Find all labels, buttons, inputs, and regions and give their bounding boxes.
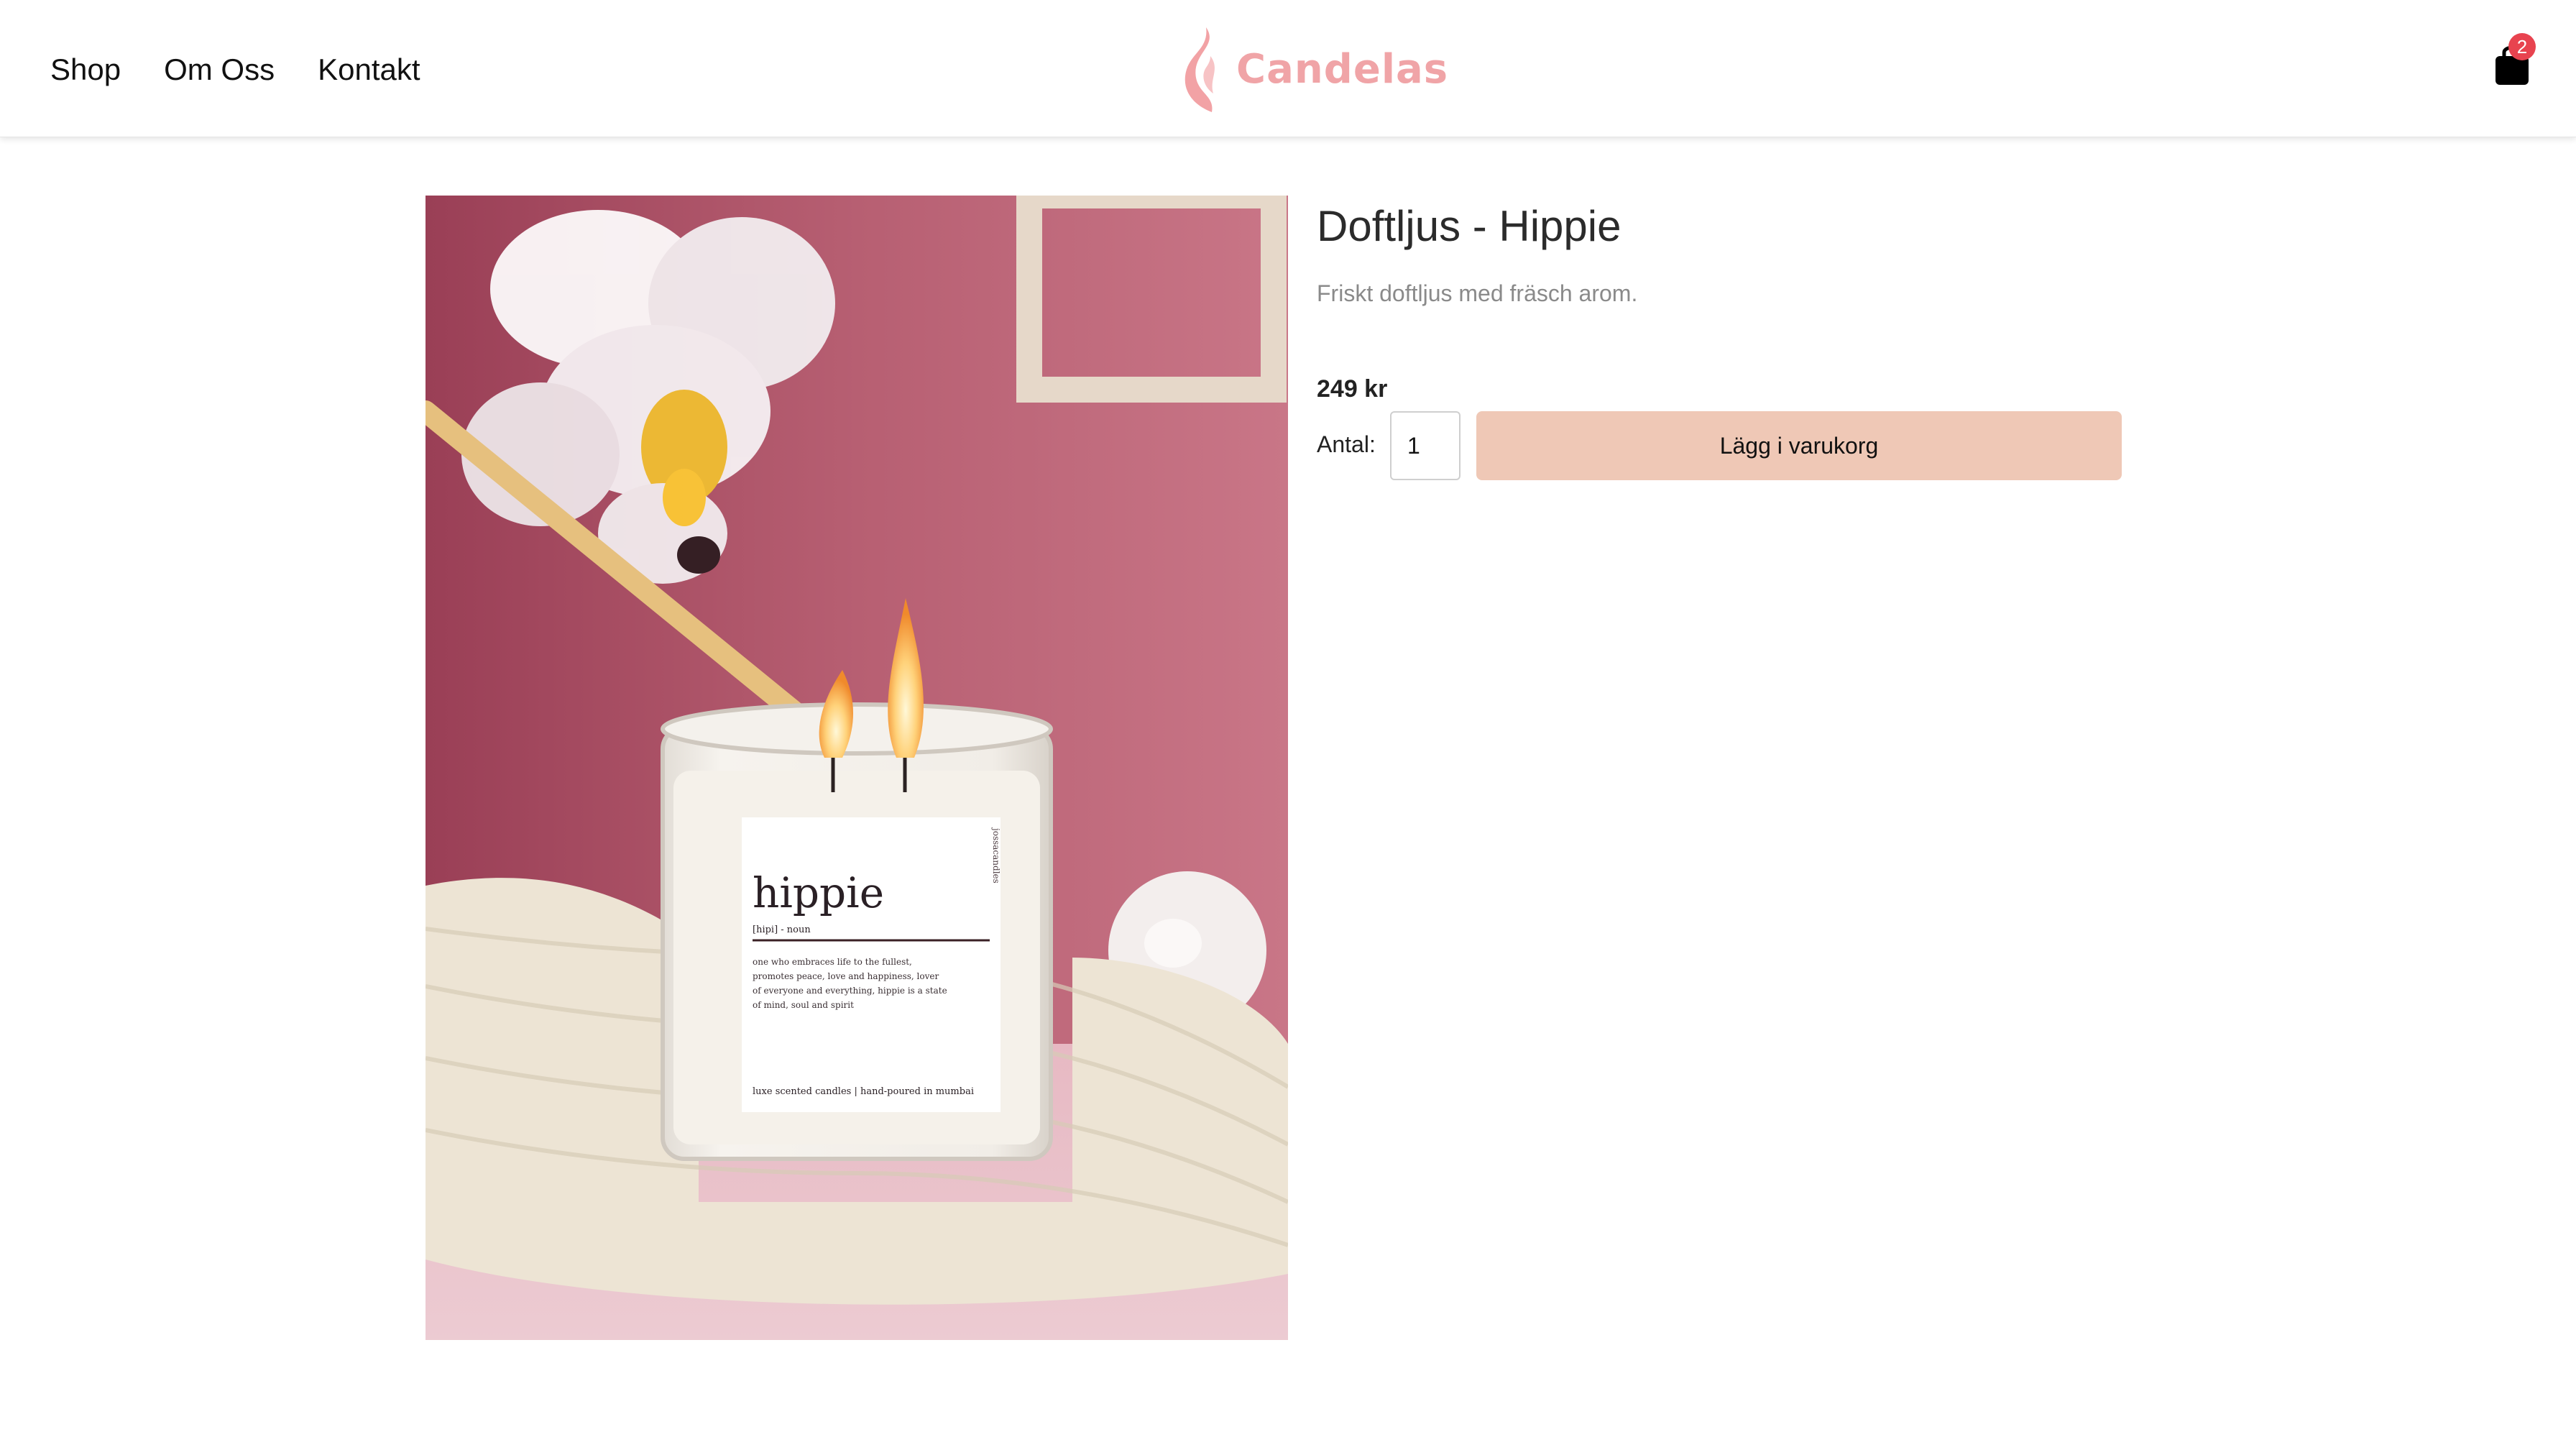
product-title: Doftljus - Hippie (1317, 202, 1622, 250)
logo-text: Candelas (1236, 45, 1449, 93)
add-to-cart-button[interactable]: Lägg i varukorg (1476, 411, 2122, 480)
label-definition-line: promotes peace, love and happiness, love… (753, 971, 939, 981)
quantity-label: Antal: (1317, 431, 1376, 457)
nav-shop-link[interactable]: Shop (50, 52, 121, 88)
nav-contact-link[interactable]: Kontakt (318, 52, 420, 88)
main-nav: Shop Om Oss Kontakt (50, 52, 464, 88)
candle-photo: hippie [hipi] - noun one who embraces li… (426, 196, 1288, 1340)
flame-icon (1184, 27, 1215, 112)
label-phonetic: [hipi] - noun (753, 924, 811, 935)
label-footer: luxe scented candles | hand-poured in mu… (753, 1086, 974, 1097)
quantity-input[interactable] (1390, 411, 1460, 480)
label-word: hippie (753, 868, 884, 917)
product-image: hippie [hipi] - noun one who embraces li… (426, 196, 1288, 1340)
nav-about-link[interactable]: Om Oss (164, 52, 275, 88)
site-logo[interactable]: Candelas (1177, 24, 1448, 114)
product-price: 249 kr (1317, 375, 1388, 403)
product-description: Friskt doftljus med fräsch arom. (1317, 280, 1638, 306)
site-header: Shop Om Oss Kontakt Candelas 2 (0, 0, 2576, 137)
label-definition-line: of mind, soul and spirit (753, 1000, 854, 1010)
label-brand: jossacandles (991, 827, 1001, 884)
label-definition-line: one who embraces life to the fullest, (753, 957, 912, 967)
cart-count-badge: 2 (2508, 33, 2536, 60)
label-definition-line: of everyone and everything, hippie is a … (753, 986, 947, 996)
